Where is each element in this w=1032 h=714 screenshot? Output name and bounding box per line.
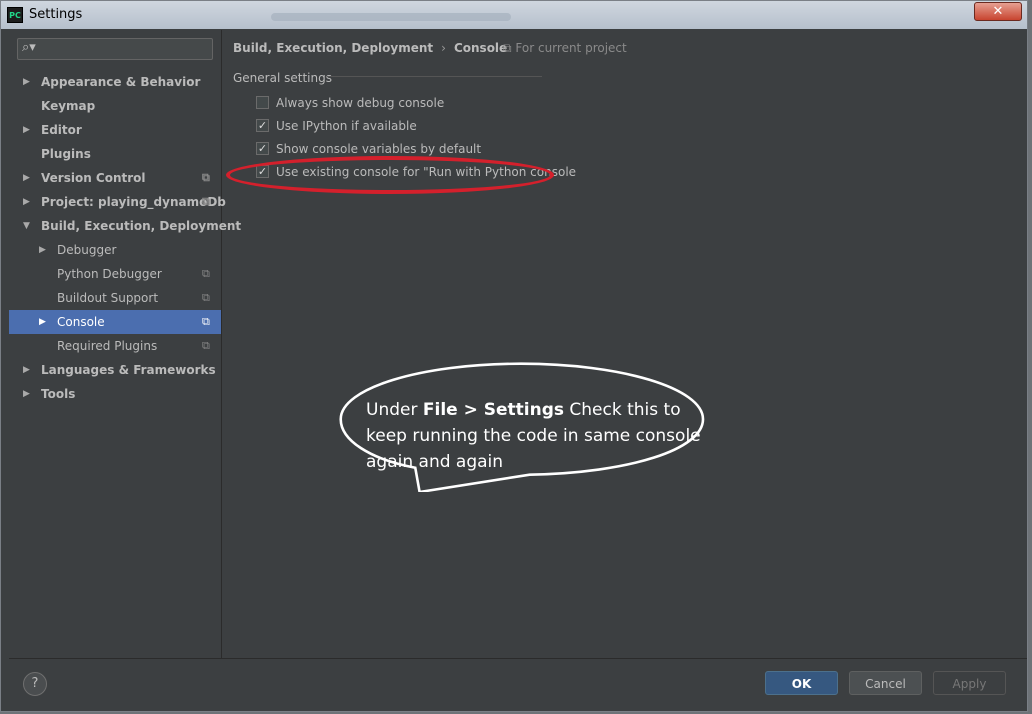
project-scope-icon: ⧉ (202, 291, 210, 304)
sidebar-item-editor[interactable]: ▶ Editor (9, 118, 221, 142)
option-label: Use IPython if available (276, 119, 417, 133)
dialog-footer: ? OK Cancel Apply (9, 658, 1027, 708)
sidebar-item-required-plugins[interactable]: Required Plugins ⧉ (9, 334, 221, 358)
breadcrumb-parent[interactable]: Build, Execution, Deployment (233, 41, 433, 55)
sidebar-item-console[interactable]: ▶ Console ⧉ (9, 310, 221, 334)
option-label: Always show debug console (276, 96, 445, 110)
help-button[interactable]: ? (23, 672, 47, 696)
sidebar-item-tools[interactable]: ▶ Tools (9, 382, 221, 406)
search-box[interactable]: ⌕▾ (17, 38, 213, 60)
sidebar-item-label: Debugger (57, 243, 117, 257)
sidebar-item-label: Version Control (41, 171, 146, 185)
collapsed-arrow-icon[interactable]: ▶ (23, 382, 30, 406)
callout-emphasis: File > Settings (422, 400, 564, 420)
blurred-title-text (271, 13, 511, 21)
sidebar-item-version-control[interactable]: ▶ Version Control ⧉ (9, 166, 221, 190)
scope-text: For current project (515, 41, 627, 55)
apply-button[interactable]: Apply (933, 671, 1006, 695)
sidebar-item-languages-frameworks[interactable]: ▶ Languages & Frameworks (9, 358, 221, 382)
sidebar-item-plugins[interactable]: Plugins (9, 142, 221, 166)
section-title: General settings (233, 71, 332, 85)
cancel-button[interactable]: Cancel (849, 671, 922, 695)
callout-prefix: Under (366, 400, 423, 420)
option-label: Show console variables by default (276, 142, 482, 156)
sidebar-item-label: Console (57, 315, 105, 329)
project-scope-icon: ⧉ (202, 315, 210, 328)
breadcrumb-separator: › (441, 41, 446, 55)
collapsed-arrow-icon[interactable]: ▶ (23, 70, 30, 94)
callout-text: Under File > Settings Check this to keep… (366, 397, 716, 475)
sidebar-item-label: Appearance & Behavior (41, 75, 201, 89)
title-bar: PC Settings ✕ (1, 1, 1027, 29)
sidebar-item-label: Plugins (41, 147, 91, 161)
project-scope-icon: ⧉ (503, 41, 512, 55)
sidebar-item-debugger[interactable]: ▶ Debugger (9, 238, 221, 262)
collapsed-arrow-icon[interactable]: ▶ (23, 190, 30, 214)
collapsed-arrow-icon[interactable]: ▶ (39, 238, 46, 262)
sidebar-item-keymap[interactable]: Keymap (9, 94, 221, 118)
settings-content: Build, Execution, Deployment › Console ⧉ F… (222, 30, 1027, 658)
sidebar-item-label: Editor (41, 123, 82, 137)
collapsed-arrow-icon[interactable]: ▶ (23, 166, 30, 190)
sidebar-item-label: Tools (41, 387, 76, 401)
checkbox-checked[interactable]: ✓ (256, 119, 269, 132)
sidebar-item-label: Buildout Support (57, 291, 159, 305)
sidebar-item-appearance-behavior[interactable]: ▶ Appearance & Behavior (9, 70, 221, 94)
section-divider (327, 76, 542, 77)
option-label: Use existing console for "Run with Pytho… (276, 165, 577, 179)
breadcrumb-current: Console (453, 41, 508, 55)
ok-button[interactable]: OK (765, 671, 838, 695)
close-button[interactable]: ✕ (974, 2, 1022, 21)
sidebar-item-buildout-support[interactable]: Buildout Support ⧉ (9, 286, 221, 310)
window-title: Settings (29, 7, 83, 22)
sidebar-item-build-execution-deployment[interactable]: ▼ Build, Execution, Deployment (9, 214, 241, 238)
search-input[interactable] (40, 40, 212, 60)
project-scope-icon: ⧉ (202, 267, 210, 280)
project-scope-icon: ⧉ (202, 171, 210, 184)
expanded-arrow-icon[interactable]: ▼ (23, 214, 30, 238)
search-icon: ⌕▾ (22, 40, 36, 55)
checkbox-checked[interactable]: ✓ (256, 165, 269, 178)
scope-label: ⧉ For current project (503, 41, 627, 56)
checkbox-checked[interactable]: ✓ (256, 142, 269, 155)
checkbox[interactable] (256, 96, 269, 109)
sidebar-item-label: Project: playing_dynamoDb (41, 195, 226, 209)
sidebar-item-label: Python Debugger (57, 267, 162, 281)
project-scope-icon: ⧉ (202, 195, 210, 208)
settings-dialog: PC Settings ✕ ⌕▾ ▶ Appearance & Behavior K… (0, 0, 1028, 712)
sidebar-item-label: Languages & Frameworks (41, 363, 216, 377)
settings-sidebar: ⌕▾ ▶ Appearance & Behavior Keymap ▶ Editor Pl… (9, 30, 241, 658)
pycharm-app-icon: PC (7, 7, 23, 23)
sidebar-item-label: Required Plugins (57, 339, 158, 353)
breadcrumb: Build, Execution, Deployment › Console (233, 41, 507, 55)
sidebar-item-python-debugger[interactable]: Python Debugger ⧉ (9, 262, 221, 286)
sidebar-item-label: Keymap (41, 99, 96, 113)
collapsed-arrow-icon[interactable]: ▶ (39, 310, 46, 334)
collapsed-arrow-icon[interactable]: ▶ (23, 118, 30, 142)
sidebar-item-label: Build, Execution, Deployment (41, 219, 242, 233)
project-scope-icon: ⧉ (202, 339, 210, 352)
collapsed-arrow-icon[interactable]: ▶ (23, 358, 30, 382)
sidebar-item-project-playing-dynamodb[interactable]: ▶ Project: playing_dynamoDb ⧉ (9, 190, 226, 214)
